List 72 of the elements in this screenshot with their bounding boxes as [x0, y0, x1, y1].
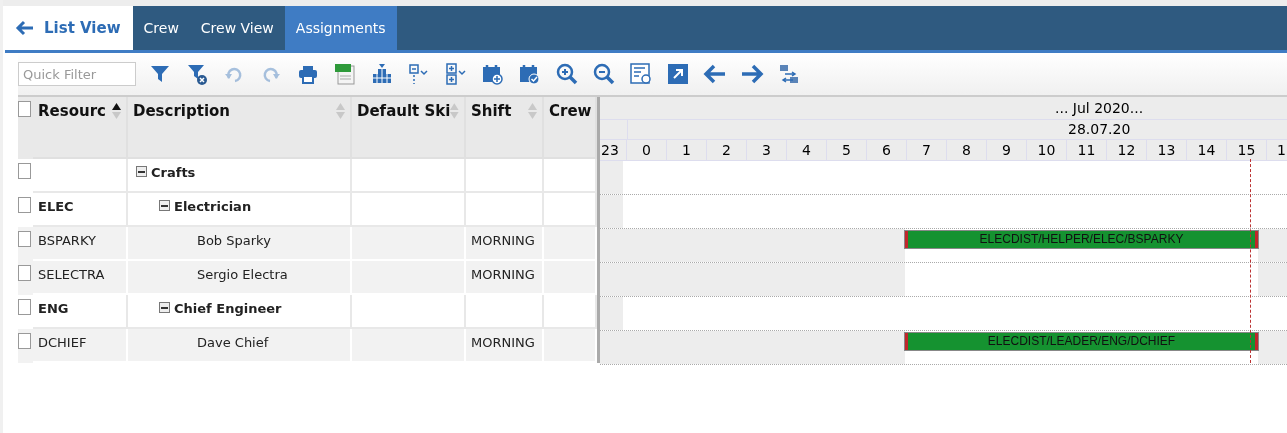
assignment-bar[interactable]: ELECDIST/HELPER/ELEC/BSPARKY [905, 231, 1258, 248]
expand-icon[interactable] [444, 62, 468, 86]
checkbox[interactable] [18, 333, 31, 349]
hour-label: 8 [947, 140, 987, 160]
column-header[interactable]: Shift [466, 97, 544, 159]
tree-label: Crafts [151, 165, 196, 180]
table-cell: SELECTRA [33, 261, 128, 295]
table-cell: MORNING [466, 329, 544, 363]
hour-label: 1 [1276, 141, 1287, 160]
column-header[interactable]: Default Ski [352, 97, 466, 159]
tree-label: Sergio Electra [197, 267, 288, 282]
tree-label: Chief Engineer [174, 301, 282, 316]
hour-label: 23 [600, 140, 627, 160]
sort-icon[interactable] [112, 103, 121, 119]
zoom-in-icon[interactable] [555, 62, 579, 86]
hour-label: 14 [1187, 140, 1227, 160]
hour-label: 2 [707, 140, 747, 160]
zoom-out-icon[interactable] [592, 62, 616, 86]
checkbox[interactable] [18, 101, 31, 117]
column-title: Description [133, 102, 231, 120]
column-header[interactable]: Description [128, 97, 352, 159]
hour-label: 13 [1147, 140, 1187, 160]
month-label: ... Jul 2020... [600, 97, 1287, 120]
hour-label: 6 [867, 140, 907, 160]
tree-label: Dave Chief [197, 335, 269, 350]
column-title: Shift [471, 102, 512, 120]
day-label: 28.07.20 [628, 120, 1287, 139]
back-tab[interactable]: List View [5, 6, 133, 50]
external-link-icon[interactable] [666, 62, 690, 86]
hour-label: 15 [1227, 140, 1267, 160]
tab[interactable]: Assignments [284, 6, 397, 50]
spreadsheet-icon[interactable] [333, 62, 357, 86]
checkbox[interactable] [18, 299, 31, 315]
checkbox[interactable] [18, 231, 31, 247]
tree-label: Electrician [174, 199, 252, 214]
org-chart-icon[interactable] [370, 62, 394, 86]
tab[interactable]: Crew View [189, 6, 285, 50]
hour-label: 12 [1107, 140, 1147, 160]
hour-label: 4 [787, 140, 827, 160]
checkbox[interactable] [18, 265, 31, 281]
tab[interactable]: Crew [132, 6, 190, 50]
collapse-icon[interactable] [159, 200, 170, 211]
hour-label: 1 [667, 140, 707, 160]
clear-filter-icon[interactable] [185, 62, 209, 86]
quick-filter-field[interactable]: Quick Filter [18, 62, 136, 86]
hour-label: 0 [627, 140, 667, 160]
calendar-check-icon[interactable] [518, 62, 542, 86]
collapse-icon[interactable] [159, 302, 170, 313]
hour-label: 5 [827, 140, 867, 160]
back-label: List View [44, 19, 121, 37]
hour-label: 11 [1067, 140, 1107, 160]
checkbox[interactable] [18, 197, 31, 213]
column-title: Resourc [38, 102, 106, 120]
checkbox[interactable] [18, 163, 31, 179]
column-title: Crew [549, 102, 592, 120]
fit-icon[interactable] [629, 62, 653, 86]
tree-label: Bob Sparky [197, 233, 271, 248]
hour-label: 7 [907, 140, 947, 160]
assignment-bar[interactable]: ELECDIST/LEADER/ENG/DCHIEF [905, 333, 1258, 350]
table-cell: MORNING [466, 261, 544, 295]
column-title: Default Ski [357, 102, 451, 120]
column-header[interactable]: Resourc [33, 97, 128, 159]
collapse-icon[interactable] [136, 166, 147, 177]
hour-label: 10 [1027, 140, 1067, 160]
arrow-left-icon [15, 20, 35, 36]
table-cell: DCHIEF [33, 329, 128, 363]
calendar-plus-icon[interactable] [481, 62, 505, 86]
hour-label: 3 [747, 140, 787, 160]
hour-label: 9 [987, 140, 1027, 160]
arrow-right-icon[interactable] [740, 62, 764, 86]
swap-icon[interactable] [777, 62, 801, 86]
arrow-left-icon[interactable] [703, 62, 727, 86]
